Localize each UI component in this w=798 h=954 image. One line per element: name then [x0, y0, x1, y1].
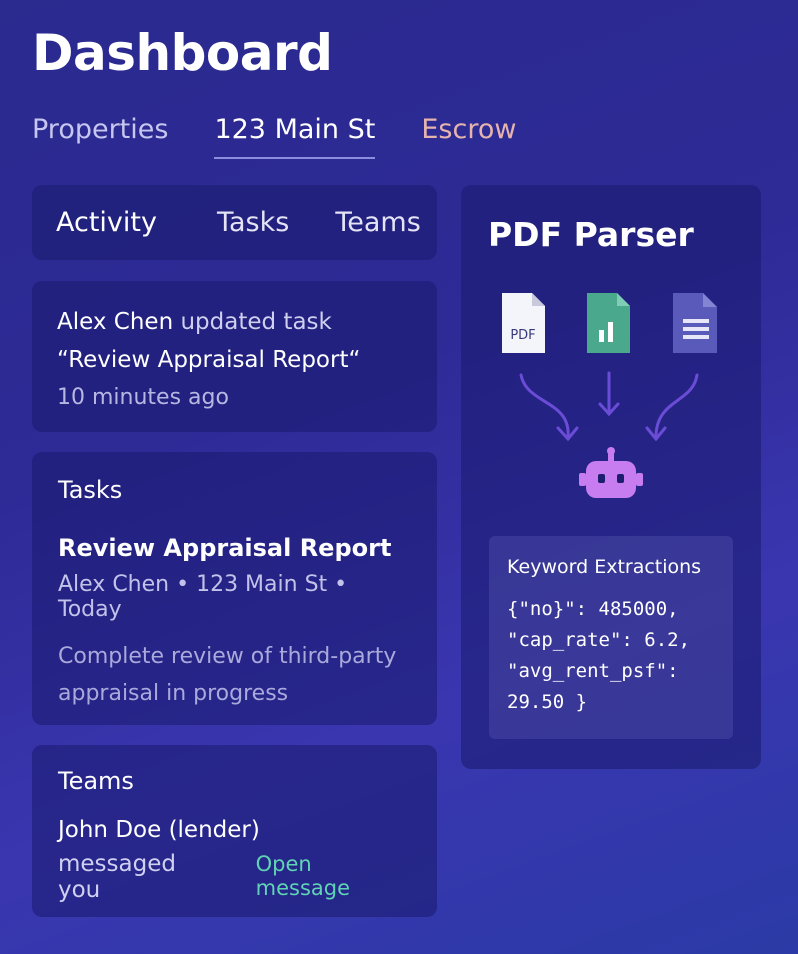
activity-task: “Review Appraisal Report“ [57, 347, 361, 373]
task-meta: Alex Chen • 123 Main St • Today [58, 572, 348, 622]
tab-123-main-st[interactable]: 123 Main St [214, 114, 376, 159]
activity-card[interactable]: Alex Chen updated task “Review Appraisal… [32, 281, 437, 432]
tab-escrow[interactable]: Escrow [421, 114, 516, 159]
keyword-extractions-code: {"no}": 485000, "cap_rate": 6.2, "avg_re… [507, 598, 691, 713]
teams-card-title: Teams [58, 767, 134, 795]
tab-properties[interactable]: Properties [32, 114, 168, 159]
pdf-icon-label: PDF [510, 328, 535, 343]
task-description: Complete review of third-party appraisal… [58, 644, 397, 706]
page-title: Dashboard [32, 24, 333, 82]
teams-card: Teams John Doe (lender) messaged you Ope… [32, 745, 437, 917]
tab-activity[interactable]: Activity [56, 207, 157, 238]
team-message-text: messaged you [58, 851, 176, 903]
tab-teams[interactable]: Teams [335, 207, 420, 238]
keyword-extractions-panel: Keyword Extractions {"no}": 485000, "cap… [489, 536, 733, 739]
activity-action: updated task [173, 309, 332, 335]
task-title[interactable]: Review Appraisal Report [58, 534, 411, 562]
open-message-link[interactable]: Open message [256, 852, 411, 900]
team-message-sender: John Doe (lender) [58, 817, 260, 843]
pdf-parser-card: PDF Parser PDF Keyword Extractions {"no}… [461, 185, 761, 769]
section-tabs: Activity Tasks Teams [32, 185, 437, 260]
activity-time: 10 minutes ago [57, 385, 229, 410]
keyword-extractions-title: Keyword Extractions [507, 556, 702, 578]
tasks-card-title: Tasks [58, 476, 123, 504]
activity-line: Alex Chen updated task [57, 303, 412, 341]
activity-user: Alex Chen [57, 309, 174, 335]
pdf-file-icon: PDF [502, 293, 545, 353]
spreadsheet-file-icon [587, 293, 630, 353]
merge-arrows [519, 371, 699, 442]
parser-illustration: PDF [502, 293, 717, 498]
tasks-card: Tasks Review Appraisal Report Alex Chen … [32, 452, 437, 725]
robot-icon [579, 447, 643, 498]
tab-tasks[interactable]: Tasks [217, 207, 289, 238]
top-tabs: Properties 123 Main St Escrow [32, 114, 562, 159]
document-file-icon [673, 293, 717, 353]
